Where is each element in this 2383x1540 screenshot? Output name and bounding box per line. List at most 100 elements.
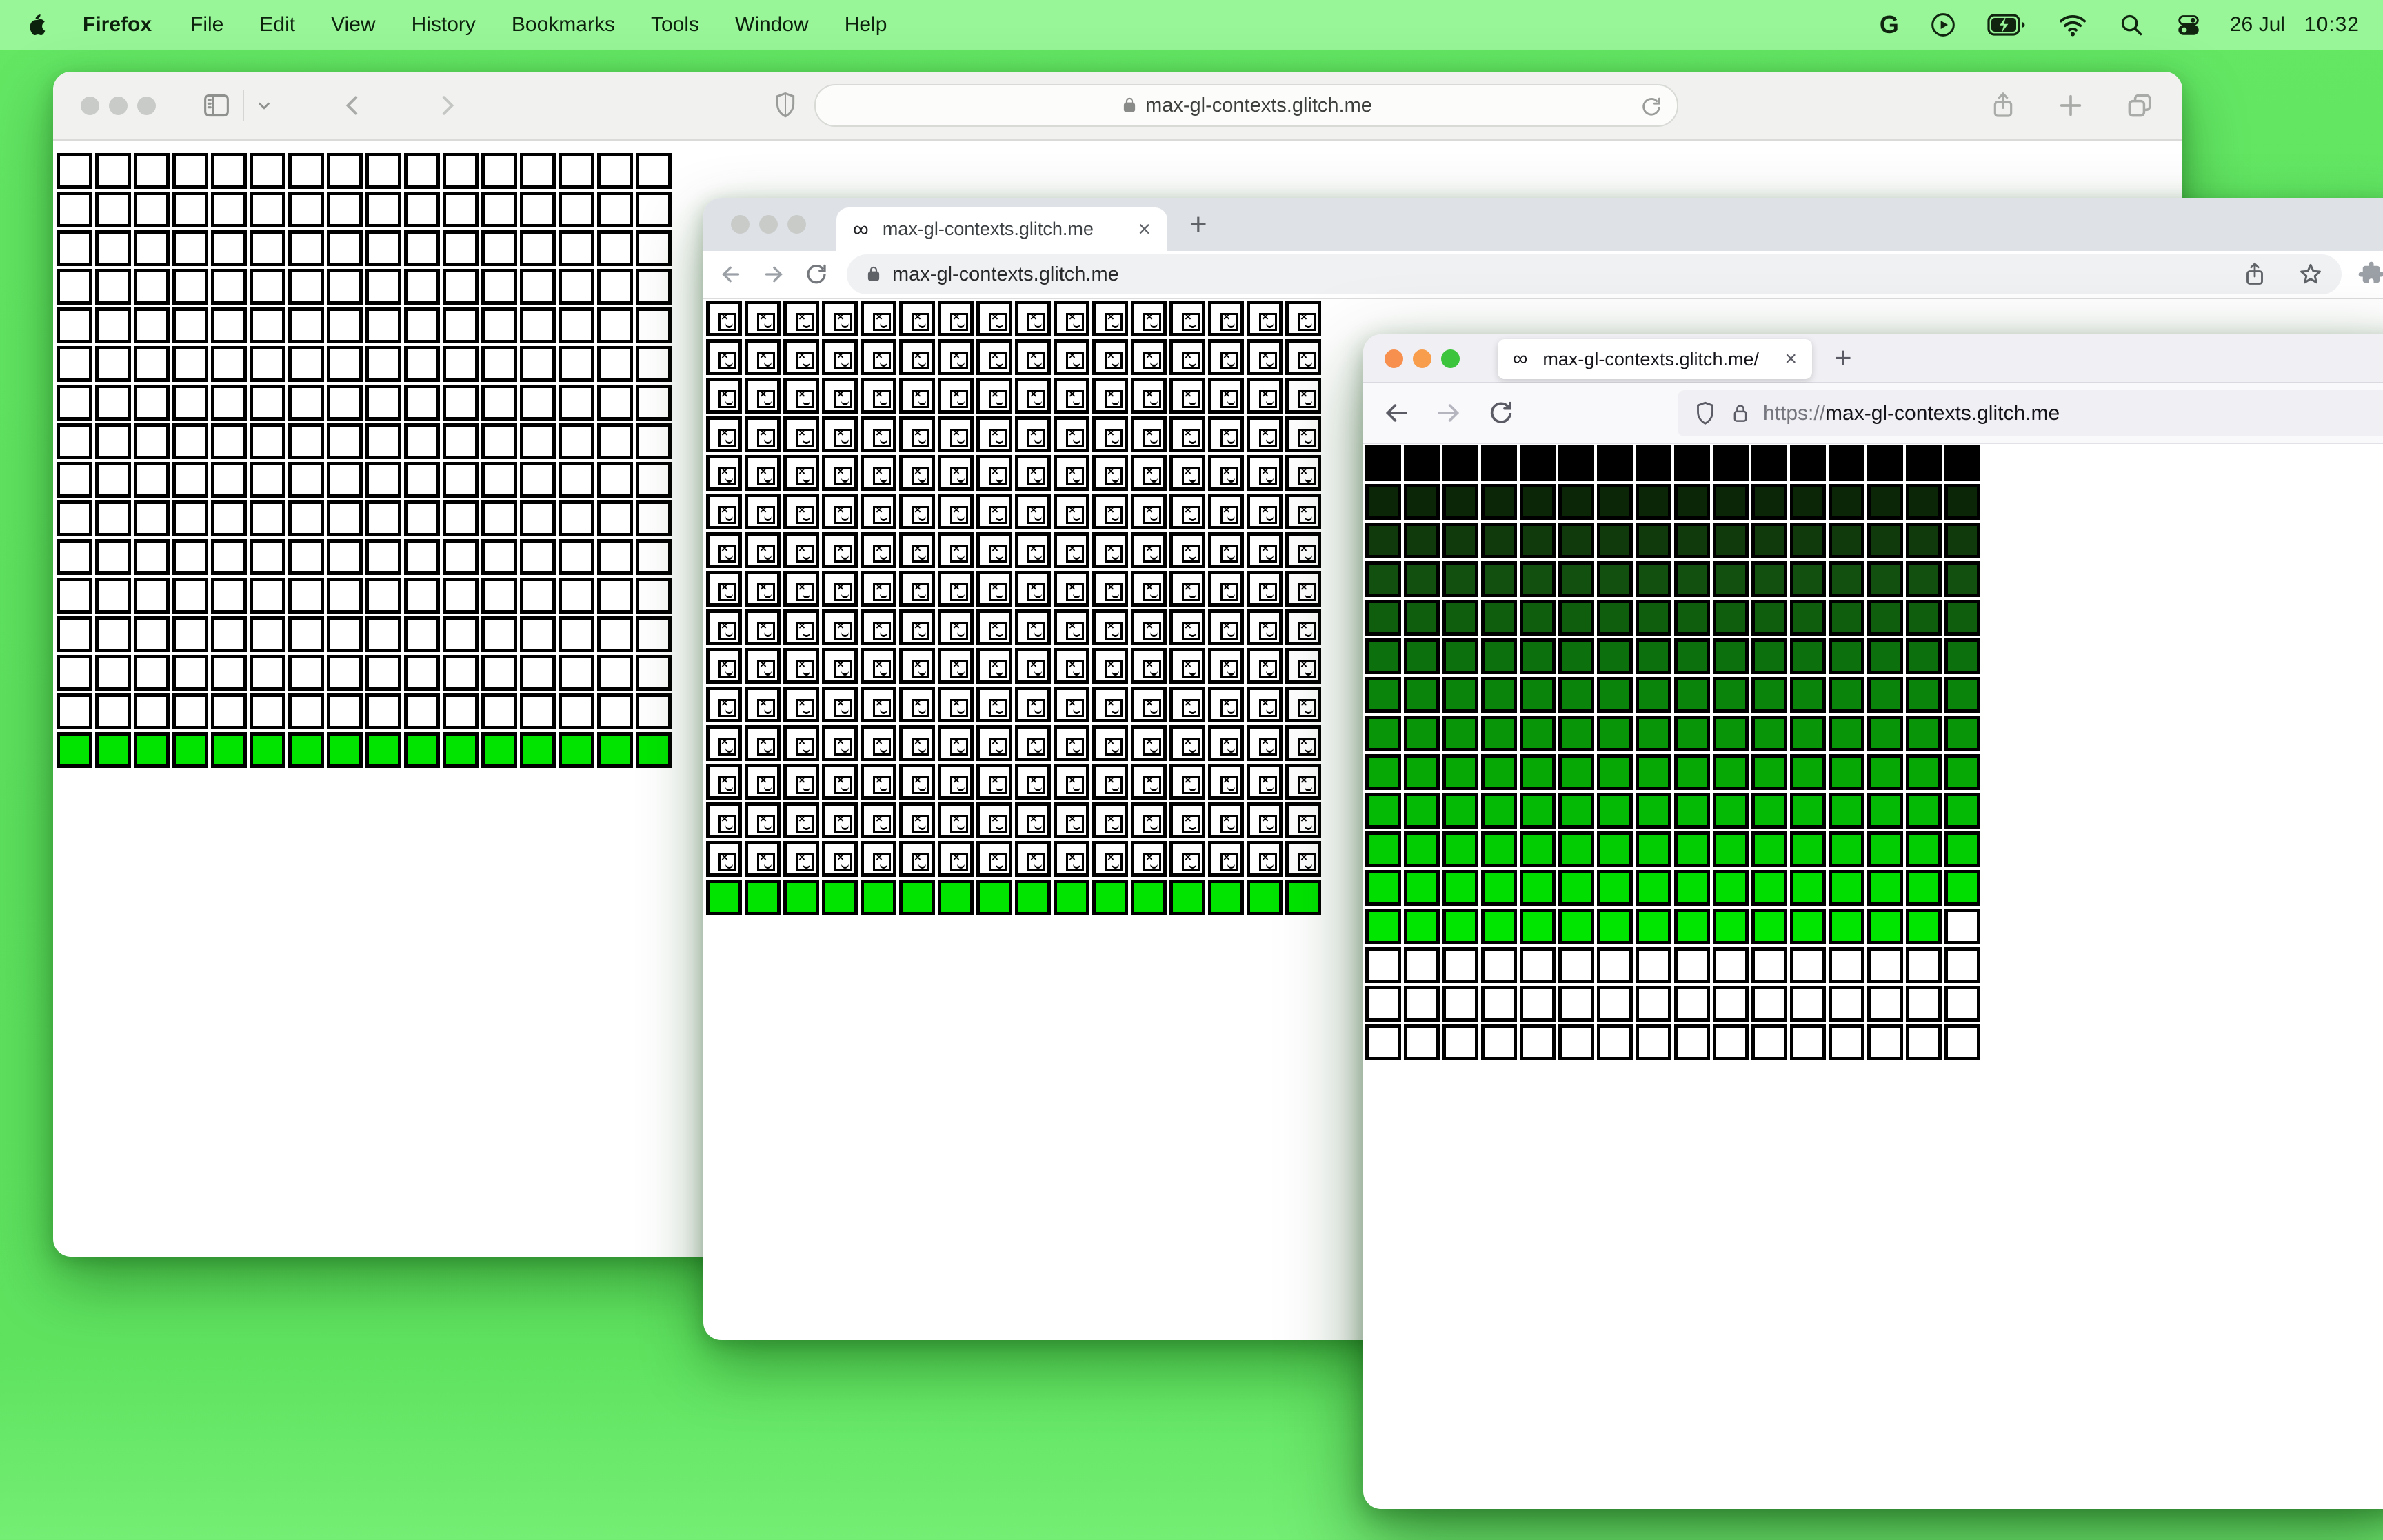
webgl-canvas-cell — [1365, 445, 1401, 481]
webgl-canvas-cell — [1829, 561, 1864, 597]
minimize-button[interactable] — [109, 96, 128, 115]
broken-image-icon: × — [718, 504, 736, 524]
forward-icon[interactable] — [761, 262, 786, 287]
tab-close-icon[interactable]: × — [1784, 347, 1797, 371]
minimize-button[interactable] — [1413, 349, 1431, 368]
webgl-canvas-cell — [443, 732, 479, 768]
tracking-shield-icon[interactable] — [1693, 399, 1718, 428]
close-button[interactable] — [81, 96, 99, 115]
forward-icon[interactable] — [1435, 399, 1462, 427]
firefox-active-tab[interactable]: ∞ max-gl-contexts.glitch.me/ × — [1498, 339, 1812, 379]
webgl-canvas-cell — [404, 269, 440, 305]
chevron-down-icon[interactable] — [255, 97, 273, 114]
menu-edit[interactable]: Edit — [259, 13, 295, 37]
webgl-canvas-cell: × — [706, 339, 742, 375]
chrome-active-tab[interactable]: ∞ max-gl-contexts.glitch.me × — [836, 207, 1167, 251]
menu-view[interactable]: View — [331, 13, 375, 37]
webgl-canvas-cell: × — [706, 609, 742, 645]
broken-image-icon: × — [757, 620, 775, 640]
play-status-icon[interactable] — [1929, 11, 1957, 39]
forward-icon[interactable] — [433, 90, 461, 121]
broken-image-icon: × — [1259, 427, 1277, 447]
menu-bar: Firefox File Edit View History Bookmarks… — [0, 0, 2383, 50]
webgl-canvas-cell — [1636, 793, 1671, 829]
webgl-canvas-cell — [597, 307, 633, 343]
zoom-button[interactable] — [787, 215, 806, 234]
google-status-icon[interactable]: G — [1880, 10, 1899, 39]
menu-app-name[interactable]: Firefox — [83, 13, 152, 37]
back-icon[interactable] — [339, 90, 367, 121]
webgl-canvas-cell — [1481, 716, 1517, 751]
webgl-canvas-cell — [1520, 600, 1556, 636]
webgl-canvas-cell: × — [861, 609, 896, 645]
menu-file[interactable]: File — [190, 13, 223, 37]
share-icon[interactable] — [1989, 89, 2017, 122]
broken-image-icon: × — [989, 427, 1007, 447]
webgl-canvas-cell — [288, 693, 324, 729]
webgl-canvas-cell — [1790, 484, 1826, 520]
webgl-canvas-cell — [1944, 1024, 1980, 1060]
webgl-canvas-cell: × — [1054, 532, 1089, 568]
back-icon[interactable] — [718, 262, 743, 287]
share-icon[interactable] — [2242, 260, 2267, 289]
broken-image-icon: × — [1259, 774, 1277, 794]
webgl-canvas-cell — [1751, 561, 1787, 597]
lock-icon[interactable] — [1730, 401, 1751, 426]
webgl-canvas-cell — [365, 269, 401, 305]
webgl-canvas-cell — [636, 616, 672, 652]
search-icon[interactable] — [2118, 12, 2144, 38]
zoom-button[interactable] — [137, 96, 156, 115]
broken-image-icon: × — [873, 427, 891, 447]
menu-help[interactable]: Help — [845, 13, 887, 37]
webgl-canvas-cell — [1636, 909, 1671, 944]
broken-image-icon: × — [912, 774, 929, 794]
webgl-canvas-cell — [1944, 523, 1980, 558]
webgl-canvas-cell — [559, 616, 594, 652]
close-button[interactable] — [731, 215, 750, 234]
zoom-button[interactable] — [1441, 349, 1460, 368]
apple-logo-icon[interactable] — [23, 12, 50, 38]
menu-bookmarks[interactable]: Bookmarks — [512, 13, 615, 37]
sidebar-icon[interactable] — [201, 92, 232, 119]
extensions-puzzle-icon[interactable] — [2357, 260, 2383, 289]
menubar-date[interactable]: 26 Jul — [2230, 13, 2285, 37]
privacy-shield-icon[interactable] — [772, 89, 799, 122]
broken-image-icon: × — [1027, 851, 1045, 871]
close-button[interactable] — [1385, 349, 1403, 368]
reload-icon[interactable] — [804, 262, 829, 287]
broken-image-icon: × — [1298, 620, 1316, 640]
webgl-canvas-cell: × — [1247, 648, 1283, 684]
broken-image-icon: × — [834, 388, 852, 408]
menu-tools[interactable]: Tools — [651, 13, 699, 37]
safari-url-bar[interactable]: max-gl-contexts.glitch.me — [814, 84, 1678, 127]
toolbar-divider — [243, 90, 244, 121]
tab-overview-icon[interactable] — [2124, 90, 2155, 121]
webgl-canvas-cell: × — [1015, 532, 1051, 568]
control-center-icon[interactable] — [2175, 11, 2202, 39]
wifi-icon[interactable] — [2058, 12, 2088, 37]
broken-image-icon: × — [757, 388, 775, 408]
menu-window[interactable]: Window — [735, 13, 809, 37]
webgl-canvas-cell: × — [1285, 339, 1321, 375]
broken-image-icon: × — [796, 658, 814, 678]
webgl-canvas-cell: × — [1247, 841, 1283, 877]
webgl-canvas-cell — [1481, 793, 1517, 829]
webgl-canvas-cell: × — [938, 571, 974, 607]
reload-icon[interactable] — [1640, 95, 1663, 119]
back-icon[interactable] — [1382, 399, 1410, 427]
minimize-button[interactable] — [759, 215, 778, 234]
menubar-time[interactable]: 10:32 — [2304, 13, 2360, 37]
menu-history[interactable]: History — [412, 13, 476, 37]
webgl-canvas-cell — [1674, 600, 1710, 636]
firefox-url-bar[interactable]: https://max-gl-contexts.glitch.me — [1678, 390, 2383, 436]
webgl-canvas-cell: × — [899, 494, 935, 529]
chrome-url-bar[interactable]: max-gl-contexts.glitch.me — [847, 254, 2342, 294]
reload-icon[interactable] — [1487, 399, 1515, 427]
bookmark-star-icon[interactable] — [2297, 261, 2324, 287]
new-tab-button[interactable]: + — [1189, 207, 1207, 242]
tab-close-icon[interactable]: × — [1138, 216, 1151, 242]
new-tab-plus-icon[interactable] — [2057, 92, 2084, 119]
new-tab-button[interactable]: + — [1834, 341, 1852, 376]
broken-image-icon: × — [1143, 620, 1161, 640]
broken-image-icon: × — [1182, 311, 1200, 331]
